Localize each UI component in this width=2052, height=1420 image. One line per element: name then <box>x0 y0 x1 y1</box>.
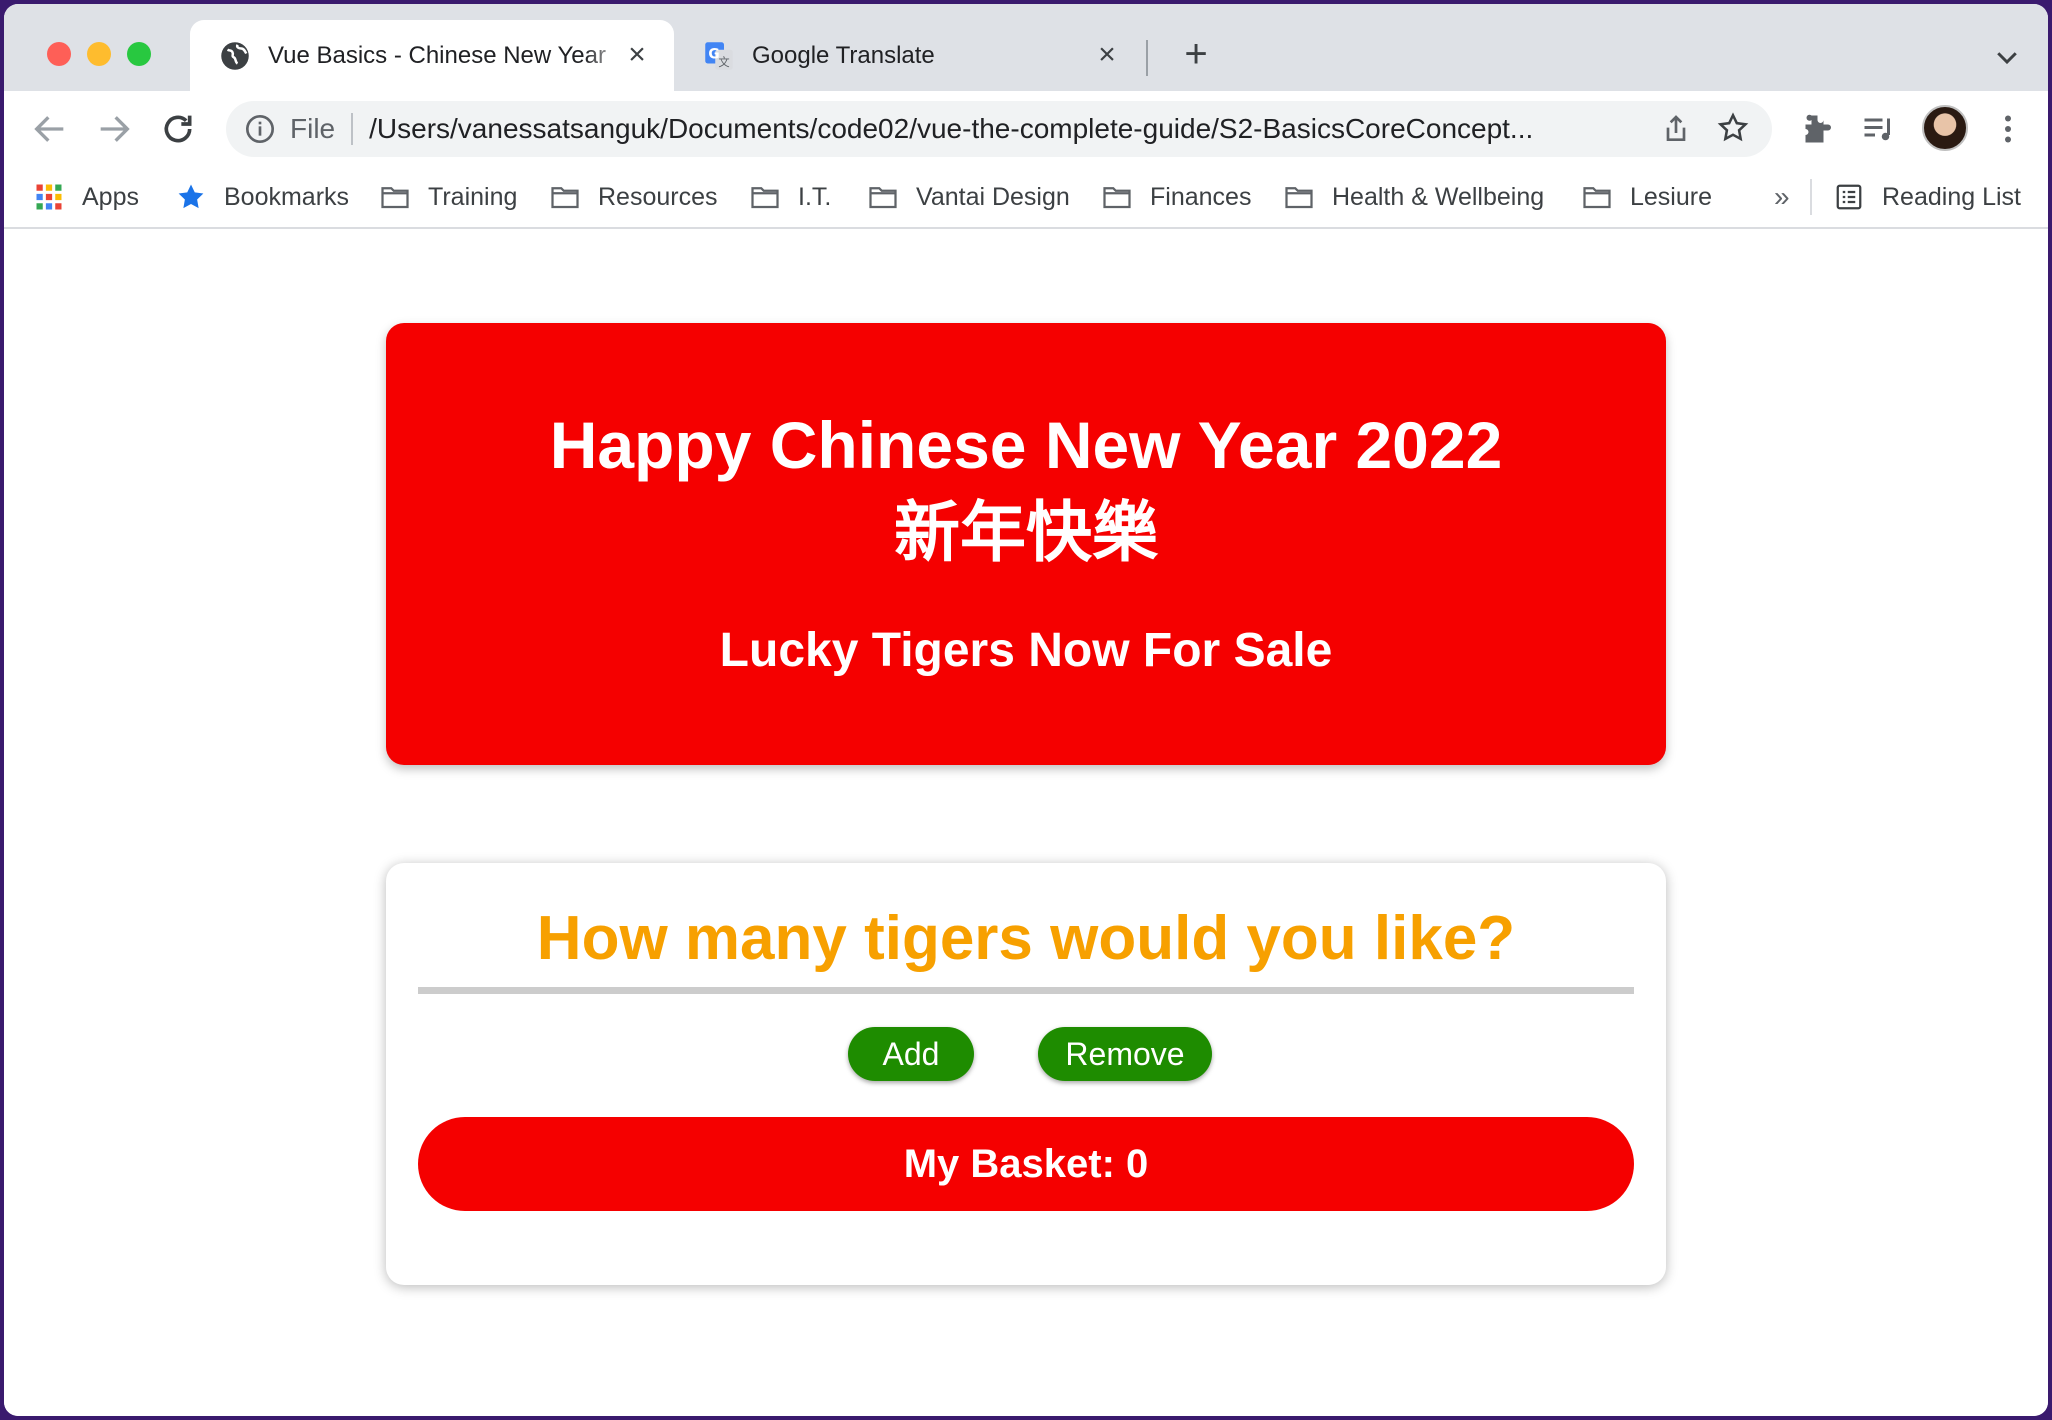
back-arrow-icon[interactable] <box>30 109 70 149</box>
forward-arrow-icon[interactable] <box>94 109 134 149</box>
address-scheme: File <box>290 113 336 144</box>
folder-icon <box>869 187 897 209</box>
bookmark-apps[interactable]: Apps <box>34 177 139 217</box>
basket-counter: My Basket: 0 <box>418 1117 1634 1211</box>
google-translate-icon: G 文 <box>705 41 733 70</box>
reading-list-icon <box>1836 184 1862 210</box>
media-queue-icon[interactable] <box>1860 111 1896 147</box>
bookmark-label: Apps <box>82 182 139 211</box>
tab-title: Google Translate <box>752 41 935 69</box>
svg-text:文: 文 <box>718 55 729 69</box>
bookmark-folder-lesiure[interactable]: Lesiure <box>1582 177 1712 217</box>
share-icon[interactable] <box>1660 113 1692 145</box>
hero-banner: Happy Chinese New Year 2022 新年快樂 Lucky T… <box>386 323 1666 765</box>
bookmark-label: Lesiure <box>1630 182 1712 211</box>
hero-title: Happy Chinese New Year 2022 <box>549 408 1503 482</box>
hero-chinese-greeting: 新年快樂 <box>894 494 1158 571</box>
hero-subtitle: Lucky Tigers Now For Sale <box>719 624 1333 677</box>
order-card: How many tigers would you like? Add Remo… <box>386 863 1666 1285</box>
close-window-button[interactable] <box>47 42 71 66</box>
bookmark-folder-vantai-design[interactable]: Vantai Design <box>868 177 1070 217</box>
info-icon[interactable] <box>244 113 276 145</box>
folder-icon <box>381 187 409 209</box>
remove-button[interactable]: Remove <box>1038 1027 1212 1081</box>
close-tab-icon[interactable]: × <box>622 40 652 70</box>
bookmark-label: Reading List <box>1882 182 2021 211</box>
bookmark-label: Resources <box>598 182 718 211</box>
star-icon <box>178 184 204 209</box>
tab-vue-basics[interactable]: Vue Basics - Chinese New Year × <box>190 20 674 91</box>
browser-toolbar: File /Users/vanessatsanguk/Documents/cod… <box>4 91 2048 167</box>
bookmark-label: Finances <box>1150 182 1252 211</box>
bookmark-folder-it[interactable]: I.T. <box>750 177 831 217</box>
minimize-window-button[interactable] <box>87 42 111 66</box>
more-vertical-icon[interactable] <box>1990 111 2026 147</box>
bookmark-folder-training[interactable]: Training <box>380 177 517 217</box>
bookmark-label: I.T. <box>798 182 832 211</box>
bookmark-label: Training <box>428 182 518 211</box>
tab-strip: Vue Basics - Chinese New Year × G 文 Goog… <box>4 4 2048 91</box>
folder-icon <box>1583 187 1611 209</box>
globe-icon <box>221 41 249 70</box>
bookmarks-separator <box>1810 179 1812 215</box>
folder-icon <box>551 187 579 209</box>
tab-separator <box>1146 40 1148 76</box>
page-content: Happy Chinese New Year 2022 新年快樂 Lucky T… <box>4 231 2048 1416</box>
tab-google-translate[interactable]: G 文 Google Translate × <box>674 20 1144 91</box>
add-button[interactable]: Add <box>848 1027 974 1081</box>
bookmark-label: Health & Wellbeing <box>1332 182 1545 211</box>
maximize-window-button[interactable] <box>127 42 151 66</box>
bookmark-folder-resources[interactable]: Resources <box>550 177 718 217</box>
bookmark-folder-finances[interactable]: Finances <box>1102 177 1251 217</box>
chevron-down-icon[interactable] <box>1992 42 2022 72</box>
new-tab-button[interactable]: + <box>1176 34 1216 74</box>
bookmark-star-icon[interactable] <box>1716 111 1750 145</box>
reading-list-button[interactable]: Reading List <box>1834 177 2021 217</box>
apps-grid-icon <box>36 184 62 210</box>
profile-avatar[interactable] <box>1922 105 1968 151</box>
bookmark-folder-health-wellbeing[interactable]: Health & Wellbeing <box>1284 177 1544 217</box>
order-question: How many tigers would you like? <box>536 904 1516 973</box>
folder-icon <box>751 187 779 209</box>
bookmarks-bar: Apps Bookmarks Training Resources I.T. V… <box>4 167 2048 229</box>
tab-title: Vue Basics - Chinese New Year <box>268 41 606 69</box>
bookmarks-overflow-button[interactable]: » <box>1774 177 1790 217</box>
bookmark-label: Bookmarks <box>224 182 350 211</box>
browser-window: Vue Basics - Chinese New Year × G 文 Goog… <box>4 4 2048 1416</box>
reload-icon[interactable] <box>158 109 198 149</box>
address-bar[interactable]: File /Users/vanessatsanguk/Documents/cod… <box>226 101 1772 157</box>
extensions-puzzle-icon[interactable] <box>1798 111 1834 147</box>
divider <box>418 987 1634 994</box>
url-text[interactable]: /Users/vanessatsanguk/Documents/code02/v… <box>369 113 1617 145</box>
close-tab-icon[interactable]: × <box>1092 40 1122 70</box>
bookmark-bookmarks[interactable]: Bookmarks <box>176 177 349 217</box>
folder-icon <box>1103 187 1131 209</box>
bookmark-label: Vantai Design <box>916 182 1070 211</box>
address-separator <box>351 113 354 145</box>
folder-icon <box>1285 187 1313 209</box>
